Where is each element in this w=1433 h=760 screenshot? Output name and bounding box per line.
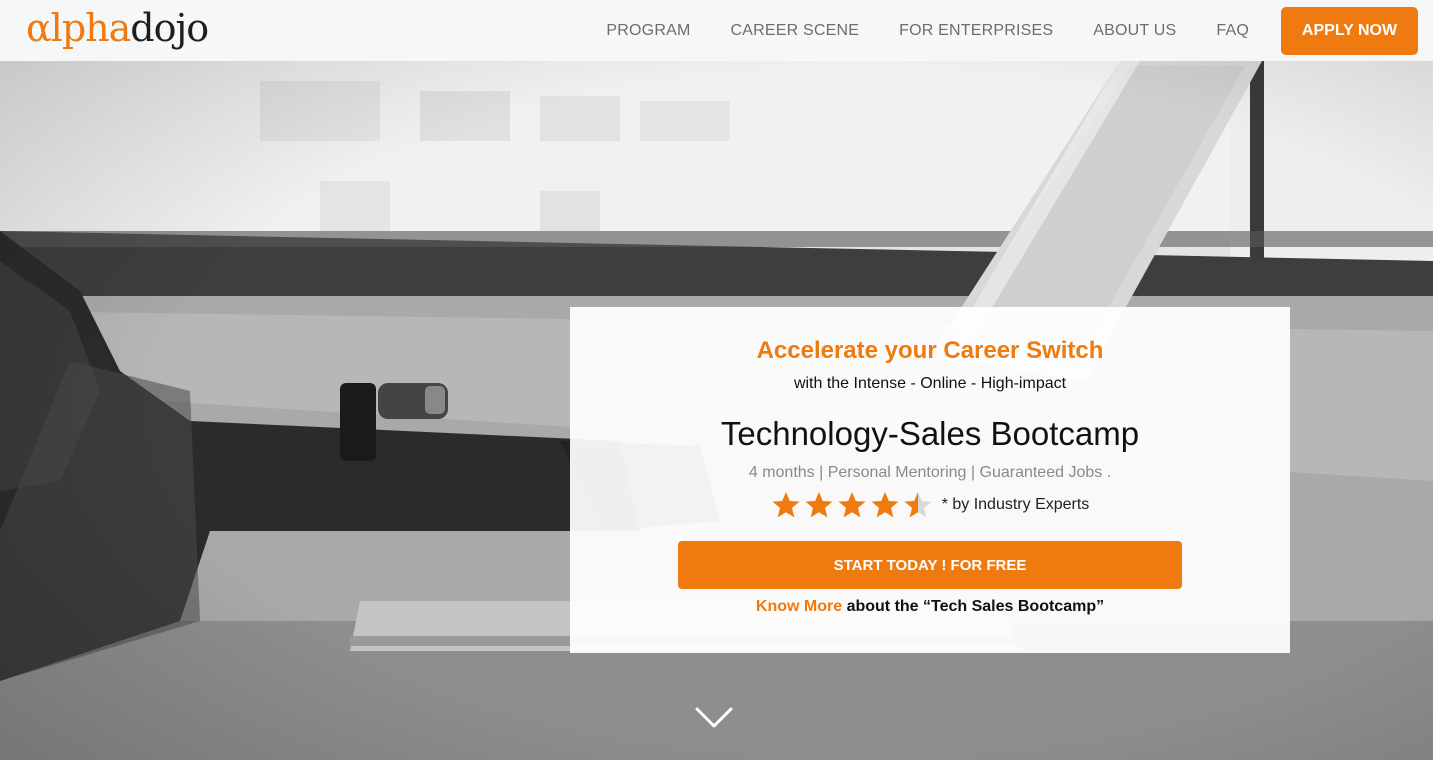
- logo-dojo-text: dojo: [130, 6, 209, 50]
- logo-alpha-text: αlpha: [26, 6, 131, 50]
- start-today-button[interactable]: START TODAY ! FOR FREE: [678, 541, 1182, 589]
- star-icon: [904, 492, 932, 518]
- star-rating: [771, 490, 936, 520]
- nav-item-program[interactable]: PROGRAM: [606, 22, 690, 40]
- star-icon: [805, 492, 833, 518]
- know-more-line: Know More about the “Tech Sales Bootcamp…: [570, 598, 1290, 616]
- hero-headline: Accelerate your Career Switch: [756, 337, 1104, 364]
- chevron-down-icon[interactable]: [694, 706, 734, 730]
- nav-item-career-scene[interactable]: CAREER SCENE: [730, 22, 859, 40]
- rating-note: * by Industry Experts: [941, 496, 1090, 513]
- bootcamp-title: Technology-Sales Bootcamp: [720, 415, 1140, 452]
- know-more-text: about the “Tech Sales Bootcamp”: [842, 598, 1105, 615]
- alphadojo-logo[interactable]: αlphadojo: [26, 4, 209, 52]
- star-icon: [838, 492, 866, 518]
- bootcamp-features: 4 months | Personal Mentoring | Guarante…: [748, 464, 1112, 481]
- nav-item-for-enterprises[interactable]: FOR ENTERPRISES: [899, 22, 1053, 40]
- rating-row: * by Industry Experts: [570, 489, 1290, 521]
- nav-item-about-us[interactable]: ABOUT US: [1093, 22, 1176, 40]
- page: αlphadojo PROGRAM CAREER SCENE FOR ENTER…: [0, 0, 1433, 760]
- hero-card: Accelerate your Career Switch with the I…: [570, 307, 1290, 653]
- hero-subheadline: with the Intense - Online - High-impact: [793, 375, 1067, 392]
- apply-now-button[interactable]: APPLY NOW: [1281, 6, 1418, 55]
- site-header: αlphadojo PROGRAM CAREER SCENE FOR ENTER…: [0, 0, 1433, 61]
- nav-item-faq[interactable]: FAQ: [1216, 22, 1249, 40]
- main-nav: PROGRAM CAREER SCENE FOR ENTERPRISES ABO…: [606, 0, 1433, 61]
- star-icon: [871, 492, 899, 518]
- know-more-link[interactable]: Know More: [756, 598, 842, 615]
- star-icon: [772, 492, 800, 518]
